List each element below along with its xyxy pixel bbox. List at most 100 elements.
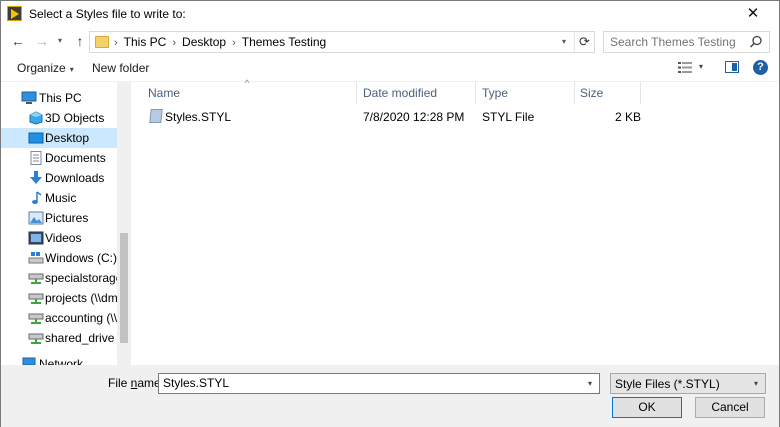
breadcrumb-this-pc[interactable]: This PC — [124, 35, 167, 49]
chevron-down-icon: ▾ — [753, 379, 758, 388]
up-button[interactable]: ↑ — [70, 31, 90, 51]
sidebar-item-projects[interactable]: projects (\\dmc- — [1, 288, 117, 308]
breadcrumb-desktop[interactable]: Desktop — [182, 35, 226, 49]
sidebar-item-downloads[interactable]: Downloads — [1, 168, 117, 188]
organize-label: Organize — [17, 61, 66, 75]
cancel-button[interactable]: Cancel — [695, 397, 765, 418]
sidebar-item-pictures[interactable]: Pictures — [1, 208, 117, 228]
file-name-input[interactable] — [163, 376, 573, 390]
app-icon — [7, 6, 22, 21]
column-divider[interactable] — [574, 82, 575, 104]
chevron-down-icon: ▾ — [69, 65, 74, 74]
refresh-button[interactable]: ⟳ — [574, 32, 594, 52]
file-type: STYL File — [482, 110, 535, 124]
sidebar-item-shared-drive[interactable]: shared_drive (\\c — [1, 328, 117, 348]
ok-button[interactable]: OK — [612, 397, 682, 418]
file-icon — [149, 109, 163, 123]
close-button[interactable]: ✕ — [733, 3, 773, 25]
file-type-value: Style Files (*.STYL) — [615, 377, 720, 391]
video-icon — [28, 231, 44, 245]
search-box[interactable] — [603, 31, 770, 53]
breadcrumb-separator: › — [114, 37, 118, 49]
sidebar-item-label: Windows (C:) — [45, 251, 117, 265]
sidebar-item-label: Pictures — [45, 211, 89, 225]
folder-icon — [95, 36, 109, 48]
search-icon[interactable] — [749, 35, 763, 49]
view-dropdown-icon[interactable]: ▾ — [699, 62, 703, 71]
column-header-date-modified[interactable]: Date modified — [363, 86, 437, 108]
title-bar: Select a Styles file to write to: ✕ — [1, 1, 779, 27]
file-date: 7/8/2020 12:28 PM — [363, 110, 465, 124]
navigation-scrollbar[interactable] — [117, 82, 131, 366]
sidebar-item-windows-c[interactable]: Windows (C:) — [1, 248, 117, 268]
sidebar-item-label: accounting (\\di — [45, 311, 117, 325]
address-dropdown-button[interactable]: ▾ — [556, 33, 572, 51]
search-input[interactable] — [610, 35, 748, 49]
sidebar-item-label: Music — [45, 191, 77, 205]
sidebar-item-label: shared_drive (\\c — [45, 331, 117, 345]
scrollbar-thumb[interactable] — [120, 233, 128, 343]
sidebar-item-specialstorage[interactable]: specialstorage (\\ — [1, 268, 117, 288]
network-drive-icon — [28, 333, 44, 344]
address-bar[interactable]: › This PC › Desktop › Themes Testing ▾ ⟳ — [89, 31, 595, 53]
column-header-size[interactable]: Size — [580, 86, 603, 108]
column-header-type[interactable]: Type — [482, 86, 508, 108]
breadcrumb-themes-testing[interactable]: Themes Testing — [242, 35, 327, 49]
organize-button[interactable]: Organize ▾ — [17, 61, 74, 75]
column-divider[interactable] — [356, 82, 357, 104]
sidebar-item-label: This PC — [39, 91, 82, 105]
sidebar-item-label: Desktop — [45, 131, 90, 145]
cube-icon — [29, 111, 43, 125]
column-divider[interactable] — [640, 82, 641, 104]
file-name-combobox[interactable]: ▾ — [158, 373, 600, 394]
music-icon — [32, 191, 42, 204]
download-icon — [30, 171, 42, 184]
network-drive-icon — [28, 313, 44, 324]
column-header-name[interactable]: Name — [148, 86, 180, 108]
breadcrumb-separator[interactable]: › — [232, 37, 236, 49]
file-size: 2 KB — [615, 110, 642, 124]
sidebar-item-label: Downloads — [45, 171, 105, 185]
breadcrumb: › This PC › Desktop › Themes Testing — [114, 35, 326, 49]
help-icon[interactable]: ? — [753, 60, 768, 75]
sidebar-item-accounting[interactable]: accounting (\\di — [1, 308, 117, 328]
file-name-label-part: File — [108, 376, 131, 390]
back-button[interactable]: ← — [8, 31, 28, 51]
view-options-icon[interactable] — [678, 62, 692, 73]
file-type-select[interactable]: Style Files (*.STYL) ▾ — [610, 373, 766, 394]
sidebar-item-desktop[interactable]: Desktop — [1, 128, 117, 148]
navigation-pane: This PC 3D Objects Desktop Documents Dow… — [1, 82, 131, 366]
file-name: Styles.STYL — [165, 110, 232, 124]
save-dialog: Select a Styles file to write to: ✕ ← → … — [0, 0, 780, 427]
table-row[interactable]: Styles.STYL 7/8/2020 12:28 PM STYL File … — [137, 107, 641, 127]
sidebar-item-label: Documents — [45, 151, 106, 165]
recent-locations-button[interactable]: ▾ — [53, 31, 67, 51]
sidebar-item-label: Videos — [45, 231, 82, 245]
document-icon — [30, 151, 42, 165]
sidebar-item-videos[interactable]: Videos — [1, 228, 117, 248]
sidebar-item-music[interactable]: Music — [1, 188, 117, 208]
dialog-footer: File name: ▾ Style Files (*.STYL) ▾ OK C… — [1, 365, 779, 427]
sidebar-item-label: 3D Objects — [45, 111, 105, 125]
picture-icon — [28, 211, 44, 225]
drive-icon — [28, 252, 44, 264]
computer-icon — [21, 91, 37, 104]
sidebar-item-this-pc[interactable]: This PC — [1, 88, 117, 108]
network-drive-icon — [28, 273, 44, 284]
sidebar-item-label: specialstorage (\\ — [45, 271, 117, 285]
file-name-dropdown-button[interactable]: ▾ — [583, 375, 597, 392]
content-area: This PC 3D Objects Desktop Documents Dow… — [1, 78, 779, 366]
sidebar-item-label: projects (\\dmc- — [45, 291, 117, 305]
new-folder-button[interactable]: New folder — [92, 61, 149, 75]
forward-button[interactable]: → — [32, 31, 52, 51]
sidebar-item-3d-objects[interactable]: 3D Objects — [1, 108, 117, 128]
file-list: ^ Name Date modified Type Size Styles.ST… — [137, 78, 779, 366]
breadcrumb-separator[interactable]: › — [172, 37, 176, 49]
dialog-title: Select a Styles file to write to: — [29, 7, 186, 21]
desktop-icon — [28, 132, 44, 144]
preview-pane-icon[interactable] — [725, 61, 739, 73]
navigation-bar: ← → ▾ ↑ › This PC › Desktop › Themes Testing … — [1, 27, 779, 55]
command-bar: Organize ▾ New folder ▾ ? — [1, 55, 779, 81]
sidebar-item-documents[interactable]: Documents — [1, 148, 117, 168]
column-divider[interactable] — [475, 82, 476, 104]
